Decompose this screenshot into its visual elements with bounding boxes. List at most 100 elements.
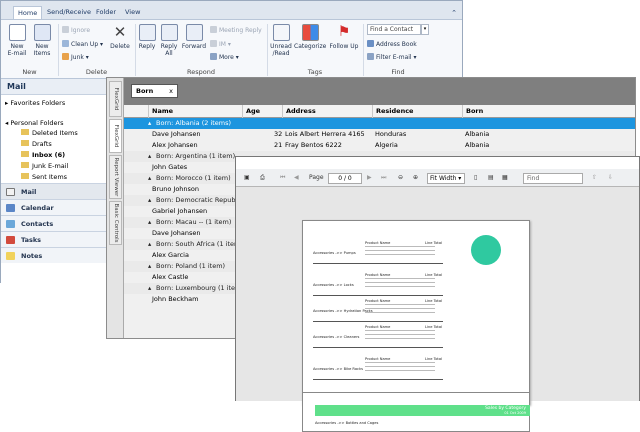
- cell-name: Alex Johansen: [152, 141, 198, 149]
- find-prev-icon[interactable]: ⇧: [592, 173, 597, 183]
- table-row[interactable]: Dave Johansen 32 Lois Albert Herrera 4165 H…: [124, 129, 635, 140]
- thumbnails-icon[interactable]: ▦: [502, 173, 508, 183]
- cell-name: Gabriel Johansen: [152, 207, 208, 215]
- expand-icon[interactable]: ▴: [148, 261, 151, 272]
- expand-icon[interactable]: ▴: [148, 217, 151, 228]
- filter-email-button[interactable]: Filter E-mail ▾: [367, 53, 417, 62]
- column-header-residence[interactable]: Residence: [372, 105, 462, 118]
- pane-label: Contacts: [21, 220, 54, 228]
- find-input[interactable]: Find: [523, 173, 583, 184]
- ribbon-collapse-icon[interactable]: ⌃: [451, 9, 457, 17]
- vtab-report-viewer[interactable]: Report Viewer: [109, 155, 122, 199]
- vtab-basic-controls[interactable]: Basic Controls: [109, 201, 122, 245]
- meeting-icon: [210, 26, 217, 33]
- folder-inbox[interactable]: Inbox (6): [21, 151, 65, 160]
- group-respond-label: Respond: [187, 68, 215, 76]
- junk-button[interactable]: Junk ▾: [62, 53, 89, 62]
- report-detail-line: [365, 308, 435, 309]
- tab-view[interactable]: View: [121, 6, 144, 20]
- new-email-button[interactable]: New E-mail: [7, 24, 27, 57]
- tab-home[interactable]: Home: [13, 6, 43, 20]
- delete-button[interactable]: ✕ Delete: [109, 24, 131, 50]
- im-button[interactable]: IM ▾: [210, 40, 231, 49]
- column-header-born[interactable]: Born: [462, 105, 552, 118]
- pane-calendar[interactable]: Calendar: [1, 199, 108, 215]
- expand-icon[interactable]: ▴: [148, 118, 151, 129]
- last-page-icon[interactable]: ⏭: [381, 173, 386, 183]
- categorize-button[interactable]: Categorize: [294, 24, 326, 50]
- favorites-folders[interactable]: ▸ Favorites Folders: [5, 99, 65, 108]
- prev-page-icon[interactable]: ◀: [294, 173, 299, 183]
- folder-junk-email[interactable]: Junk E-mail: [21, 162, 68, 171]
- personal-folders[interactable]: ◂ Personal Folders: [5, 119, 64, 128]
- follow-up-button[interactable]: ⚑ Follow Up: [329, 24, 359, 50]
- meeting-reply-button[interactable]: Meeting Reply: [210, 26, 262, 35]
- reply-button[interactable]: Reply: [138, 24, 156, 50]
- cleanup-icon: [62, 40, 69, 47]
- find-contact-input[interactable]: Find a Contact: [367, 24, 421, 35]
- unread-read-button[interactable]: Unread /Read: [270, 24, 292, 57]
- expand-icon[interactable]: ▴: [148, 239, 151, 250]
- single-page-icon[interactable]: ▯: [474, 173, 477, 183]
- page-value: 0: [338, 175, 343, 182]
- pane-label: Notes: [21, 252, 43, 260]
- tab-folder[interactable]: Folder: [92, 6, 120, 20]
- report-page-1: Accessories ->> Pumps Product Name Line To…: [302, 220, 530, 405]
- col-line-total: Line Total: [425, 299, 443, 303]
- column-header-age[interactable]: Age: [242, 105, 282, 118]
- ignore-icon: [62, 26, 69, 33]
- folder-drafts[interactable]: Drafts: [21, 140, 52, 149]
- new-items-icon: [33, 24, 51, 41]
- vtab-flexgrid-2[interactable]: FlexGrid: [109, 119, 122, 153]
- pane-notes[interactable]: Notes: [1, 247, 108, 263]
- report-detail-line: [365, 370, 435, 371]
- group-tags-label: Tags: [307, 68, 323, 76]
- expand-icon[interactable]: ▴: [148, 195, 151, 206]
- nav-title: Mail: [1, 79, 108, 95]
- more-button[interactable]: More ▾: [210, 53, 239, 62]
- folder-sent-items[interactable]: Sent Items: [21, 173, 67, 182]
- group-text: Born: Argentina (1 item): [156, 152, 236, 160]
- next-page-icon[interactable]: ▶: [367, 173, 372, 183]
- zoom-select[interactable]: Fit Width ▾: [427, 173, 465, 184]
- report-detail-line: [365, 334, 435, 335]
- group-row[interactable]: ▴ Born: Albania (2 items): [124, 118, 635, 129]
- column-header-name[interactable]: Name: [148, 105, 242, 118]
- expand-icon[interactable]: ▴: [148, 283, 151, 294]
- more-label: More: [219, 54, 234, 61]
- table-row[interactable]: Alex Johansen 21 Fray Bentos 6222 Algeria Al…: [124, 140, 635, 151]
- page-label: Page: [309, 174, 324, 181]
- ribbon-separator: [267, 24, 268, 76]
- cell-name: Dave Johansen: [152, 130, 201, 138]
- print-icon[interactable]: ⎙: [260, 173, 265, 183]
- find-contact-dropdown-icon[interactable]: ▾: [421, 24, 429, 35]
- page-input[interactable]: 0 / 0: [328, 173, 362, 184]
- ignore-button[interactable]: Ignore: [62, 26, 90, 35]
- flag-icon: ⚑: [337, 24, 351, 40]
- find-next-icon[interactable]: ⇩: [608, 173, 613, 183]
- address-book-button[interactable]: Address Book: [367, 40, 417, 49]
- new-items-button[interactable]: New Items: [32, 24, 52, 57]
- vtab-flexgrid-1[interactable]: FlexGrid: [109, 81, 122, 117]
- first-page-icon[interactable]: ⏮: [280, 173, 285, 183]
- save-icon[interactable]: ▣: [244, 173, 250, 183]
- folder-deleted-items[interactable]: Deleted Items: [21, 129, 78, 138]
- group-text: Born: South Africa (1 item): [156, 240, 243, 248]
- expand-icon[interactable]: ▴: [148, 173, 151, 184]
- continuous-icon[interactable]: ▤: [488, 173, 494, 183]
- reply-all-button[interactable]: Reply All: [159, 24, 179, 57]
- column-header-address[interactable]: Address: [282, 105, 372, 118]
- pane-contacts[interactable]: Contacts: [1, 215, 108, 231]
- cleanup-button[interactable]: Clean Up ▾: [62, 40, 103, 49]
- forward-button[interactable]: Forward: [181, 24, 207, 50]
- favorites-label: Favorites Folders: [10, 99, 66, 107]
- remove-group-icon[interactable]: x: [169, 85, 173, 97]
- expand-icon[interactable]: ▴: [148, 151, 151, 162]
- tab-send-receive[interactable]: Send/Receive: [43, 6, 95, 20]
- group-chip-born[interactable]: Born x: [131, 84, 178, 98]
- pane-mail[interactable]: Mail: [1, 183, 108, 199]
- zoom-out-icon[interactable]: ⊖: [398, 173, 403, 183]
- pane-tasks[interactable]: Tasks: [1, 231, 108, 247]
- section-label: Accessories ->> Locks: [313, 283, 354, 287]
- zoom-in-icon[interactable]: ⊕: [413, 173, 418, 183]
